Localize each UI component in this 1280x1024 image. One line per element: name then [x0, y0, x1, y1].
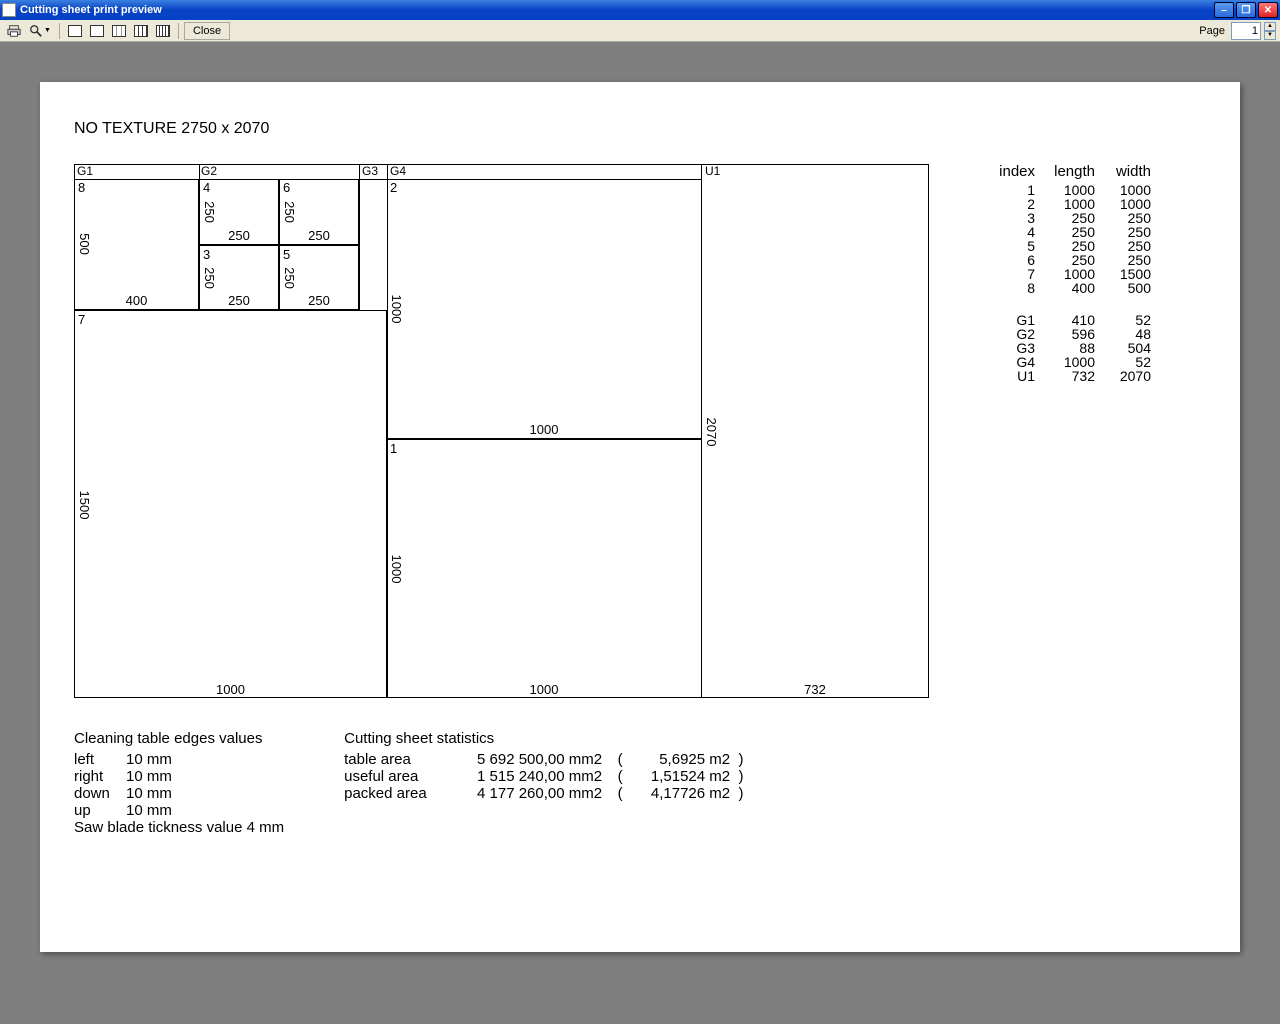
table-row: G388504 — [989, 341, 1151, 355]
edges-block: Cleaning table edges values left10 mm ri… — [74, 730, 284, 836]
sheet-title: NO TEXTURE 2750 x 2070 — [74, 120, 1206, 138]
window-title: Cutting sheet print preview — [20, 4, 162, 16]
blade-thickness: Saw blade tickness value 4 mm — [74, 819, 284, 836]
page-down-button[interactable]: ▼ — [1264, 31, 1276, 40]
piece-3: 3 250 250 — [199, 245, 279, 310]
view-onepage-button[interactable] — [65, 22, 85, 40]
page-label: Page — [1199, 25, 1225, 37]
table-row: G259648 — [989, 327, 1151, 341]
threepage-icon — [112, 25, 126, 37]
table-row: 710001500 — [989, 267, 1151, 281]
minimize-button[interactable]: – — [1214, 2, 1234, 18]
stats-title: Cutting sheet statistics — [344, 730, 770, 747]
stats-row: packed area4 177 260,00 mm2(4,17726 m2 ) — [344, 785, 770, 802]
table-row: G141052 — [989, 313, 1151, 327]
table-row: 6250250 — [989, 253, 1151, 267]
close-window-button[interactable]: ✕ — [1258, 2, 1278, 18]
piece-7: 7 1500 1000 — [75, 310, 387, 698]
table-row: 4250250 — [989, 225, 1151, 239]
table-row: 210001000 — [989, 197, 1151, 211]
table-row: 5250250 — [989, 239, 1151, 253]
piece-1: 1 1000 1000 — [387, 439, 701, 698]
edges-title: Cleaning table edges values — [74, 730, 284, 747]
titlebar: Cutting sheet print preview – ❐ ✕ — [0, 0, 1280, 20]
diagram-line — [359, 165, 360, 311]
zoom-button[interactable]: ▼ — [26, 22, 54, 40]
workspace: NO TEXTURE 2750 x 2070 G1 G2 G3 G4 U1 8 — [0, 42, 1280, 962]
magnifier-icon — [29, 24, 43, 38]
piece-2: 2 1000 1000 — [387, 179, 701, 439]
piece-8: 8 500 400 — [75, 179, 199, 310]
strip-label-g2: G2 — [201, 164, 217, 178]
page-number-input[interactable] — [1231, 22, 1261, 40]
cutting-diagram: G1 G2 G3 G4 U1 8 500 400 — [74, 164, 929, 698]
view-threepage-button[interactable] — [109, 22, 129, 40]
col-width: width — [1095, 164, 1151, 179]
table-row: 8400500 — [989, 281, 1151, 295]
app-icon — [2, 3, 16, 17]
close-preview-button[interactable]: Close — [184, 22, 230, 40]
onepage-icon — [68, 25, 82, 37]
diagram-line — [199, 165, 200, 179]
piece-5: 5 250 250 — [279, 245, 359, 310]
piece-u1: 2070 732 — [701, 165, 929, 698]
piece-4: 4 250 250 — [199, 179, 279, 245]
stats-block: Cutting sheet statistics table area5 692… — [344, 730, 770, 836]
strip-label-g4: G4 — [390, 164, 406, 178]
table-row: 3250250 — [989, 211, 1151, 225]
piece-6: 6 250 250 — [279, 179, 359, 245]
view-twopage-button[interactable] — [87, 22, 107, 40]
maximize-button[interactable]: ❐ — [1236, 2, 1256, 18]
table-row: 110001000 — [989, 183, 1151, 197]
twopage-icon — [90, 25, 104, 37]
printer-icon — [7, 24, 21, 38]
stats-row: table area5 692 500,00 mm2(5,6925 m2 ) — [344, 751, 770, 768]
toolbar-separator — [59, 23, 60, 39]
table-row: U17322070 — [989, 369, 1151, 383]
toolbar-separator — [178, 23, 179, 39]
dropdown-caret-icon: ▼ — [44, 27, 51, 34]
strip-label-g3: G3 — [362, 164, 378, 178]
view-sixpage-button[interactable] — [153, 22, 173, 40]
view-fourpage-button[interactable] — [131, 22, 151, 40]
col-index: index — [989, 164, 1035, 179]
fourpage-icon — [134, 25, 148, 37]
strip-label-g1: G1 — [77, 164, 93, 178]
table-row: G4100052 — [989, 355, 1151, 369]
toolbar: ▼ Close Page ▲ ▼ — [0, 20, 1280, 42]
dimensions-table: index length width 110001000210001000325… — [989, 164, 1151, 698]
print-button[interactable] — [4, 22, 24, 40]
page-up-button[interactable]: ▲ — [1264, 22, 1276, 31]
print-page: NO TEXTURE 2750 x 2070 G1 G2 G3 G4 U1 8 — [40, 82, 1240, 952]
col-length: length — [1035, 164, 1095, 179]
sixpage-icon — [156, 25, 170, 37]
stats-row: useful area1 515 240,00 mm2(1,51524 m2 ) — [344, 768, 770, 785]
